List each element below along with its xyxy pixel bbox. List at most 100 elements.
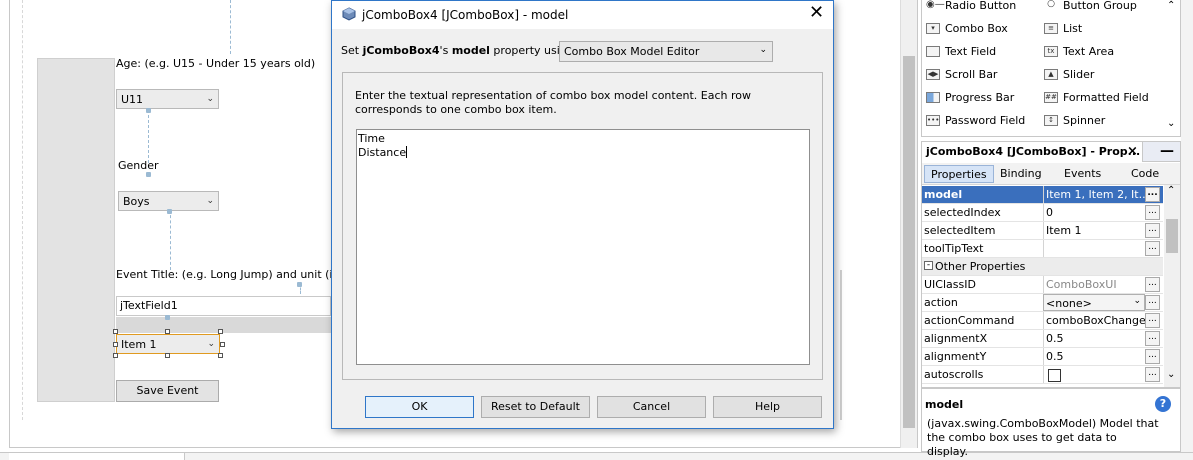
save-event-button[interactable]: Save Event bbox=[116, 380, 219, 402]
resize-handle[interactable] bbox=[218, 353, 223, 358]
palette-combo-box[interactable]: ▾ Combo Box bbox=[926, 19, 1008, 37]
property-row-model[interactable]: model Item 1, Item 2, It... ... bbox=[922, 186, 1163, 204]
property-value-cell bbox=[1043, 366, 1145, 383]
spinner-icon: ↕ bbox=[1044, 114, 1058, 126]
property-value: <none> bbox=[1046, 297, 1092, 310]
scrollbar-thumb[interactable] bbox=[1166, 219, 1178, 253]
palette-list[interactable]: ≡ List bbox=[1044, 19, 1082, 37]
gender-combo-box[interactable]: Boys ⌄ bbox=[118, 191, 219, 211]
palette-progress-bar[interactable]: Progress Bar bbox=[926, 88, 1014, 106]
radio-button-icon: ◉— bbox=[926, 0, 945, 10]
property-value[interactable]: 0.5 bbox=[1043, 330, 1145, 347]
property-row-tooltiptext[interactable]: toolTipText ... bbox=[922, 240, 1163, 258]
chevron-up-icon[interactable]: ⌃ bbox=[1167, 0, 1175, 11]
tab-events[interactable]: Events bbox=[1058, 165, 1107, 183]
properties-title[interactable]: jComboBox4 [JComboBox] - Prop... bbox=[922, 142, 1143, 162]
palette-button-group[interactable]: ○ Button Group bbox=[1044, 0, 1137, 14]
item-combo-box-selected[interactable]: Item 1 ⌄ bbox=[116, 334, 220, 354]
chevron-down-icon[interactable]: ⌄ bbox=[1167, 118, 1175, 129]
chevron-up-icon[interactable]: ⌃ bbox=[1167, 185, 1175, 196]
close-icon[interactable]: ✕ bbox=[809, 3, 824, 23]
netbeans-cube-icon bbox=[342, 7, 356, 21]
ellipsis-button[interactable]: ... bbox=[1145, 349, 1160, 364]
property-row-actioncommand[interactable]: actionCommand comboBoxChanged ... bbox=[922, 312, 1163, 330]
tab-binding[interactable]: Binding bbox=[994, 165, 1048, 183]
close-icon[interactable]: × bbox=[1127, 144, 1138, 159]
event-title-label[interactable]: Event Title: (e.g. Long Jump) and unit (… bbox=[116, 268, 331, 281]
chevron-down-icon: ⌄ bbox=[207, 339, 215, 349]
property-row-alignmentx[interactable]: alignmentX 0.5 ... bbox=[922, 330, 1163, 348]
ok-button[interactable]: OK bbox=[365, 396, 474, 418]
property-value[interactable] bbox=[1043, 240, 1145, 257]
model-textarea[interactable]: Time Distance bbox=[356, 129, 810, 365]
property-value[interactable]: Item 1, Item 2, It... bbox=[1043, 186, 1145, 203]
property-group-other[interactable]: - Other Properties bbox=[922, 258, 1163, 276]
help-icon[interactable]: ? bbox=[1155, 396, 1171, 412]
palette-item-label: Radio Button bbox=[945, 0, 1017, 12]
resize-handle[interactable] bbox=[113, 353, 118, 358]
gender-combo-value: Boys bbox=[123, 194, 150, 208]
ellipsis-button[interactable]: ... bbox=[1145, 241, 1160, 256]
chevron-down-icon[interactable]: ⌄ bbox=[1167, 369, 1175, 380]
property-row-action[interactable]: action <none> ⌄ ... bbox=[922, 294, 1163, 312]
palette-password-field[interactable]: ••• Password Field bbox=[926, 111, 1025, 129]
property-row-selectedindex[interactable]: selectedIndex 0 ... bbox=[922, 204, 1163, 222]
autoscrolls-checkbox[interactable] bbox=[1048, 369, 1061, 382]
set-property: model bbox=[451, 44, 490, 57]
resize-handle[interactable] bbox=[113, 342, 118, 347]
cancel-button[interactable]: Cancel bbox=[597, 396, 706, 418]
property-row-uiclassid[interactable]: UIClassID ComboBoxUI ... bbox=[922, 276, 1163, 294]
property-row-alignmenty[interactable]: alignmentY 0.5 ... bbox=[922, 348, 1163, 366]
resize-handle[interactable] bbox=[113, 329, 118, 334]
gender-label[interactable]: Gender bbox=[118, 159, 159, 172]
ellipsis-button[interactable]: ... bbox=[1145, 277, 1160, 292]
resize-handle[interactable] bbox=[220, 342, 225, 347]
palette-scroll-bar[interactable]: ◀▶ Scroll Bar bbox=[926, 65, 997, 83]
palette-slider[interactable]: ▲ Slider bbox=[1044, 65, 1094, 83]
age-combo-box[interactable]: U11 ⌄ bbox=[116, 89, 219, 109]
ellipsis-button[interactable]: ... bbox=[1145, 187, 1160, 202]
scrollbar-thumb[interactable] bbox=[903, 56, 915, 428]
ellipsis-button[interactable]: ... bbox=[1145, 295, 1160, 310]
divider bbox=[840, 270, 842, 420]
collapse-icon[interactable]: - bbox=[924, 261, 933, 270]
resize-handle[interactable] bbox=[165, 353, 170, 358]
bottom-tab[interactable] bbox=[9, 453, 185, 460]
property-value[interactable]: Item 1 bbox=[1043, 222, 1145, 239]
tab-code[interactable]: Code bbox=[1125, 165, 1165, 183]
event-text-field[interactable]: jTextField1 bbox=[116, 296, 331, 316]
properties-scrollbar[interactable]: ⌃ ⌄ bbox=[1164, 185, 1180, 387]
resize-handle[interactable] bbox=[218, 329, 223, 334]
ellipsis-button[interactable]: ... bbox=[1145, 223, 1160, 238]
set-prefix: Set bbox=[341, 44, 363, 57]
ellipsis-button[interactable]: ... bbox=[1145, 205, 1160, 220]
palette-formatted-field[interactable]: ## Formatted Field bbox=[1044, 88, 1149, 106]
ellipsis-button[interactable]: ... bbox=[1145, 367, 1160, 382]
anchor-dot bbox=[146, 108, 151, 113]
palette-spinner[interactable]: ↕ Spinner bbox=[1044, 111, 1105, 129]
palette-scrollbar[interactable]: ⌃ ⌄ bbox=[1164, 0, 1180, 136]
palette-text-field[interactable]: Text Field bbox=[926, 42, 996, 60]
property-value[interactable]: 0 bbox=[1043, 204, 1145, 221]
reset-to-default-button[interactable]: Reset to Default bbox=[481, 396, 590, 418]
ellipsis-button[interactable]: ... bbox=[1145, 313, 1160, 328]
ellipsis-button[interactable]: ... bbox=[1145, 331, 1160, 346]
property-row-selecteditem[interactable]: selectedItem Item 1 ... bbox=[922, 222, 1163, 240]
age-label[interactable]: Age: (e.g. U15 - Under 15 years old) bbox=[116, 57, 315, 70]
property-row-autoscrolls[interactable]: autoscrolls ... bbox=[922, 366, 1163, 384]
designer-vertical-scrollbar[interactable] bbox=[900, 0, 917, 448]
editor-panel: Enter the textual representation of comb… bbox=[342, 72, 823, 380]
palette-text-area[interactable]: tx Text Area bbox=[1044, 42, 1114, 60]
palette-radio-button[interactable]: ◉— Radio Button bbox=[926, 0, 1016, 14]
property-value[interactable]: ComboBoxUI bbox=[1043, 276, 1145, 293]
property-value[interactable]: 0.5 bbox=[1043, 348, 1145, 365]
resize-handle[interactable] bbox=[165, 329, 170, 334]
property-value-select[interactable]: <none> ⌄ bbox=[1043, 294, 1145, 311]
tab-properties[interactable]: Properties bbox=[924, 165, 994, 183]
help-button[interactable]: Help bbox=[713, 396, 822, 418]
property-value[interactable]: comboBoxChanged bbox=[1043, 312, 1145, 329]
button-group-icon: ○ bbox=[1047, 0, 1055, 9]
editor-select[interactable]: Combo Box Model Editor ⌄ bbox=[559, 41, 773, 62]
chevron-down-icon: ⌄ bbox=[759, 45, 767, 55]
minimize-icon[interactable]: — bbox=[1160, 143, 1174, 159]
